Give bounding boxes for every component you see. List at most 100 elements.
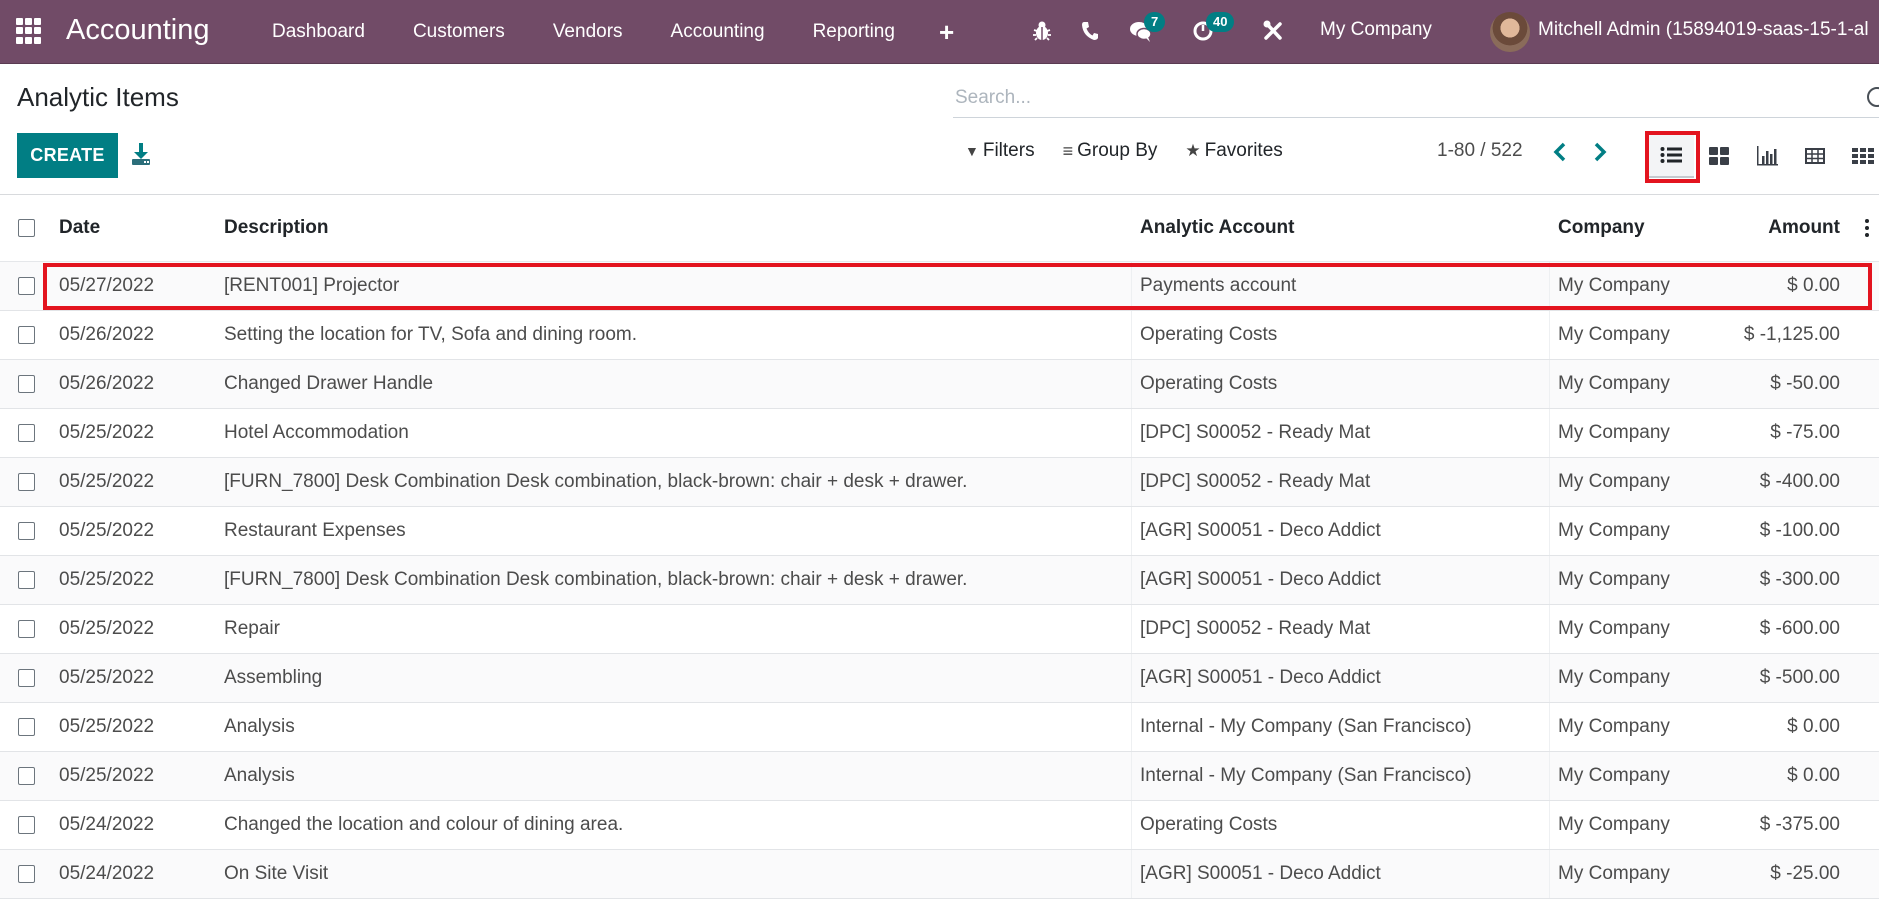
cell-company: My Company xyxy=(1558,422,1670,443)
download-icon[interactable] xyxy=(130,142,154,166)
column-header-analytic-account[interactable]: Analytic Account xyxy=(1132,195,1550,261)
table-row[interactable]: 05/26/2022 Changed Drawer Handle Operati… xyxy=(0,360,1879,409)
cell-description: Restaurant Expenses xyxy=(224,507,1132,555)
column-header-amount[interactable]: Amount xyxy=(1710,217,1855,239)
cell-date: 05/25/2022 xyxy=(59,618,155,639)
cell-date: 05/25/2022 xyxy=(59,520,155,541)
cell-description: Repair xyxy=(224,605,1132,653)
table-row[interactable]: 05/25/2022 [FURN_7800] Desk Combination … xyxy=(0,556,1879,605)
menu-customers[interactable]: Customers xyxy=(389,0,529,64)
tools-icon[interactable] xyxy=(1258,16,1288,46)
create-button[interactable]: CREATE xyxy=(17,133,118,178)
cell-amount: $ -50.00 xyxy=(1770,373,1840,394)
row-checkbox[interactable] xyxy=(18,620,35,638)
row-checkbox[interactable] xyxy=(18,326,35,344)
menu-vendors[interactable]: Vendors xyxy=(529,0,647,64)
optional-columns-icon[interactable] xyxy=(1855,219,1879,237)
cell-company: My Company xyxy=(1558,814,1670,835)
table-row[interactable]: 05/24/2022 Changed the location and colo… xyxy=(0,801,1879,850)
cell-date: 05/24/2022 xyxy=(59,814,155,835)
table-row[interactable]: 05/26/2022 Setting the location for TV, … xyxy=(0,311,1879,360)
row-checkbox[interactable] xyxy=(18,816,35,834)
table-row[interactable]: 05/25/2022 Hotel Accommodation [DPC] S00… xyxy=(0,409,1879,458)
top-navbar: Accounting Dashboard Customers Vendors A… xyxy=(0,0,1879,64)
phone-icon[interactable] xyxy=(1075,16,1105,46)
cell-date: 05/25/2022 xyxy=(59,471,155,492)
cell-analytic-account: Internal - My Company (San Francisco) xyxy=(1132,752,1550,800)
menu-dashboard[interactable]: Dashboard xyxy=(248,0,389,64)
table-row[interactable]: 05/24/2022 On Site Visit [AGR] S00051 - … xyxy=(0,850,1879,899)
cell-company: My Company xyxy=(1558,324,1670,345)
graph-view-icon[interactable] xyxy=(1744,134,1790,178)
row-checkbox[interactable] xyxy=(18,718,35,736)
cell-amount: $ 0.00 xyxy=(1787,765,1840,786)
search-input[interactable] xyxy=(953,80,1879,116)
column-header-company[interactable]: Company xyxy=(1550,217,1710,239)
cell-analytic-account: Internal - My Company (San Francisco) xyxy=(1132,703,1550,751)
cell-analytic-account: Operating Costs xyxy=(1132,311,1550,359)
row-checkbox[interactable] xyxy=(18,424,35,442)
cell-description: [FURN_7800] Desk Combination Desk combin… xyxy=(224,458,1132,506)
table-row[interactable]: 05/25/2022 Analysis Internal - My Compan… xyxy=(0,703,1879,752)
table-row[interactable]: 05/25/2022 Assembling [AGR] S00051 - Dec… xyxy=(0,654,1879,703)
cell-company: My Company xyxy=(1558,716,1670,737)
grid-view-icon[interactable] xyxy=(1840,134,1879,178)
cell-analytic-account: Payments account xyxy=(1132,262,1550,310)
user-menu[interactable]: Mitchell Admin (15894019-saas-15-1-al xyxy=(1538,0,1869,60)
kanban-view-icon[interactable] xyxy=(1696,134,1742,178)
user-avatar[interactable] xyxy=(1490,12,1530,52)
select-all-checkbox[interactable] xyxy=(18,219,35,237)
cell-amount: $ 0.00 xyxy=(1787,275,1840,296)
row-checkbox[interactable] xyxy=(18,277,35,295)
row-checkbox[interactable] xyxy=(18,571,35,589)
row-checkbox[interactable] xyxy=(18,375,35,393)
table-row[interactable]: 05/25/2022 [FURN_7800] Desk Combination … xyxy=(0,458,1879,507)
table-row[interactable]: 05/27/2022 [RENT001] Projector Payments … xyxy=(0,262,1879,311)
row-checkbox[interactable] xyxy=(18,669,35,687)
groupby-label: Group By xyxy=(1077,140,1158,161)
messages-icon[interactable]: 7 xyxy=(1126,12,1166,46)
search-options: ▼ Filters ≡ Group By ★ Favorites xyxy=(965,140,1311,162)
activities-icon[interactable]: 40 xyxy=(1188,12,1235,46)
cell-date: 05/25/2022 xyxy=(59,569,155,590)
table-row[interactable]: 05/25/2022 Restaurant Expenses [AGR] S00… xyxy=(0,507,1879,556)
app-name[interactable]: Accounting xyxy=(66,10,210,50)
row-checkbox[interactable] xyxy=(18,522,35,540)
pager-value[interactable]: 1-80 / 522 xyxy=(1437,140,1523,162)
cell-amount: $ 0.00 xyxy=(1787,716,1840,737)
messages-badge: 7 xyxy=(1144,12,1166,32)
bug-icon[interactable] xyxy=(1027,16,1057,46)
cell-analytic-account: Operating Costs xyxy=(1132,801,1550,849)
cell-description: [FURN_7800] Desk Combination Desk combin… xyxy=(224,556,1132,604)
table-row[interactable]: 05/25/2022 Repair [DPC] S00052 - Ready M… xyxy=(0,605,1879,654)
list-view-icon[interactable] xyxy=(1648,134,1694,178)
cell-amount: $ -1,125.00 xyxy=(1743,324,1840,345)
company-switcher[interactable]: My Company xyxy=(1320,0,1432,60)
favorites-button[interactable]: ★ Favorites xyxy=(1185,140,1282,162)
cell-company: My Company xyxy=(1558,471,1670,492)
row-checkbox[interactable] xyxy=(18,473,35,491)
app-menu-icon[interactable] xyxy=(16,18,42,44)
groupby-button[interactable]: ≡ Group By xyxy=(1063,140,1158,162)
cell-date: 05/25/2022 xyxy=(59,716,155,737)
pivot-view-icon[interactable] xyxy=(1792,134,1838,178)
cell-amount: $ -25.00 xyxy=(1770,863,1840,884)
filter-icon: ▼ xyxy=(965,143,979,159)
column-header-description[interactable]: Description xyxy=(224,195,1132,261)
cell-amount: $ -100.00 xyxy=(1759,520,1840,541)
pager-previous-icon[interactable] xyxy=(1550,140,1572,164)
menu-accounting[interactable]: Accounting xyxy=(647,0,789,64)
cell-analytic-account: [DPC] S00052 - Ready Mat xyxy=(1132,409,1550,457)
row-checkbox[interactable] xyxy=(18,767,35,785)
cell-description: On Site Visit xyxy=(224,850,1132,898)
row-checkbox[interactable] xyxy=(18,865,35,883)
cell-analytic-account: [AGR] S00051 - Deco Addict xyxy=(1132,556,1550,604)
column-header-date[interactable]: Date xyxy=(58,217,224,239)
menu-reporting[interactable]: Reporting xyxy=(789,0,919,64)
cell-date: 05/25/2022 xyxy=(59,422,155,443)
table-row[interactable]: 05/25/2022 Analysis Internal - My Compan… xyxy=(0,752,1879,801)
pager-next-icon[interactable] xyxy=(1590,140,1612,164)
cell-company: My Company xyxy=(1558,569,1670,590)
filters-button[interactable]: ▼ Filters xyxy=(965,140,1035,162)
plus-icon[interactable]: + xyxy=(919,0,974,64)
